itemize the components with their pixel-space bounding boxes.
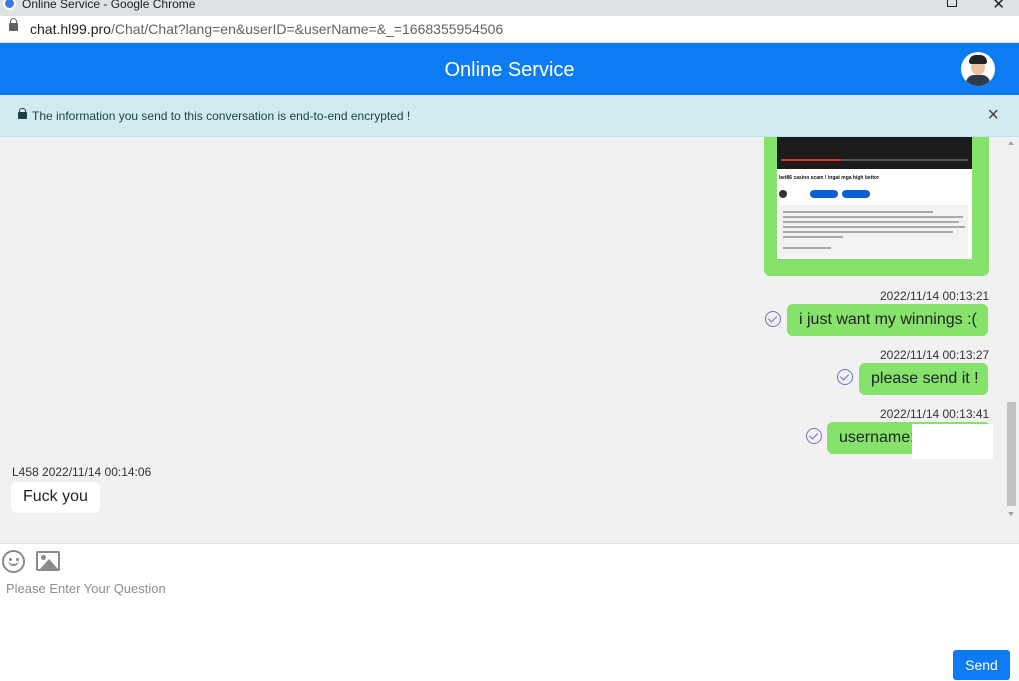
incoming-message: Fuck you <box>11 482 100 513</box>
url-path: /Chat/Chat?lang=en&userID=&userName=&_=1… <box>110 21 504 37</box>
read-check-icon <box>806 428 822 444</box>
url-text[interactable]: chat.hl99.pro/Chat/Chat?lang=en&userID=&… <box>30 21 503 37</box>
chrome-icon <box>3 0 16 10</box>
lock-icon <box>18 108 27 119</box>
notice-text: The information you send to this convers… <box>32 109 411 123</box>
scroll-down-icon[interactable] <box>1008 512 1014 516</box>
read-check-icon <box>837 369 853 385</box>
outgoing-message: i just want my winnings :( <box>787 304 988 336</box>
agent-message-meta: L458 2022/11/14 00:14:06 <box>12 465 152 479</box>
agent-avatar <box>961 52 995 86</box>
chat-scrollbar[interactable] <box>1004 137 1019 520</box>
scrollbar-thumb[interactable] <box>1007 402 1016 506</box>
redacted-area <box>912 424 993 459</box>
page-title: Online Service <box>444 59 575 81</box>
image-icon[interactable] <box>36 551 60 571</box>
message-timestamp: 2022/11/14 00:13:41 <box>880 407 990 421</box>
chat-messages[interactable]: bet86 casino scam ! ingat mga high betto… <box>0 137 1019 543</box>
message-timestamp: 2022/11/14 00:13:21 <box>880 289 990 303</box>
screenshot-image[interactable]: bet86 casino scam ! ingat mga high betto… <box>777 137 972 259</box>
address-bar[interactable]: chat.hl99.pro/Chat/Chat?lang=en&userID=&… <box>0 16 1019 43</box>
chat-header: Online Service <box>0 43 1019 95</box>
message-timestamp: 2022/11/14 00:13:27 <box>880 348 990 362</box>
browser-title-bar: Online Service - Google Chrome ✕ <box>0 0 1019 16</box>
composer-toolbar <box>0 543 1019 575</box>
window-title: Online Service - Google Chrome <box>22 0 196 11</box>
close-icon[interactable]: × <box>987 104 999 127</box>
scroll-up-icon[interactable] <box>1008 141 1014 145</box>
composer: Send <box>0 575 1019 681</box>
url-domain: chat.hl99.pro <box>30 21 111 37</box>
lock-icon[interactable] <box>9 18 18 31</box>
outgoing-message: please send it ! <box>859 363 988 395</box>
image-message[interactable]: bet86 casino scam ! ingat mga high betto… <box>764 137 989 276</box>
read-check-icon <box>765 311 781 327</box>
encryption-notice: The information you send to this convers… <box>0 95 1019 137</box>
send-button[interactable]: Send <box>953 650 1010 680</box>
video-title: bet86 casino scam ! ingat mga high betto… <box>779 175 880 181</box>
close-window-icon[interactable]: ✕ <box>992 0 1005 13</box>
emoji-icon[interactable] <box>2 550 25 573</box>
restore-window-icon[interactable] <box>947 0 957 7</box>
question-input[interactable] <box>6 581 936 641</box>
